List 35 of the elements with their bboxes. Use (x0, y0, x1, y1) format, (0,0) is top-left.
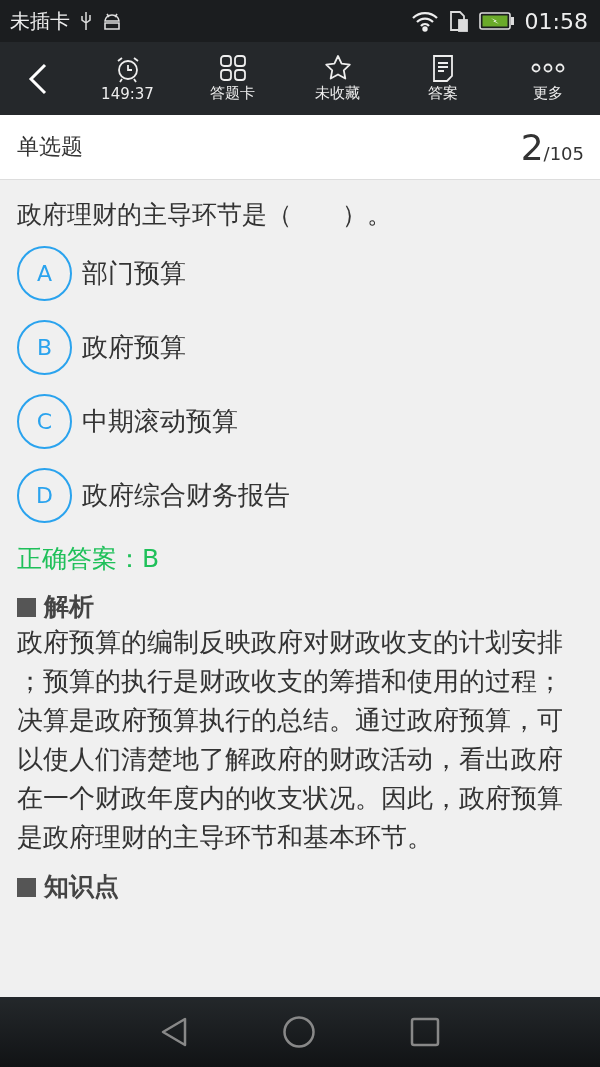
toolbar-button[interactable]: 答题卡 (180, 50, 285, 107)
toolbar-button[interactable]: 更多 (495, 50, 600, 107)
carrier-text: 未插卡 (10, 7, 70, 35)
answer-option[interactable]: A 部门预算 (17, 246, 186, 301)
correct-answer: 正确答案：B (17, 543, 161, 575)
wifi-icon (410, 10, 439, 32)
section-heading: 知识点 (44, 871, 119, 903)
question-counter: 2/105 (520, 126, 584, 168)
option-letter: C (17, 394, 72, 449)
question-text: 政府理财的主导环节是（ ）。 (17, 199, 393, 231)
grid-icon (218, 54, 247, 82)
answer-option[interactable]: D 政府综合财务报告 (17, 468, 290, 523)
sim-card-icon (448, 10, 469, 32)
back-icon (27, 62, 48, 95)
question-type: 单选题 (17, 133, 84, 161)
option-letter: B (17, 320, 72, 375)
battery-icon (478, 11, 515, 31)
answer-option[interactable]: C 中期滚动预算 (17, 394, 238, 449)
section-heading: 解析 (44, 591, 94, 623)
answer-option[interactable]: B 政府预算 (17, 320, 186, 375)
explanation-text: 政府预算的编制反映政府对财政收支的计划安排；预算的执行是财政收支的筹措和使用的过程；决算是政府预算执行的总结。通过政府预算，可以使人们清楚地了解政府的财政活动，看出政府在一个财政年度内的收支状况。因此，政府预算是政府理财的主导环节和基本环节。 (17, 626, 564, 854)
bullet-icon (17, 597, 36, 617)
usb-icon (80, 11, 92, 31)
recents-button[interactable] (410, 1017, 440, 1047)
android-icon (102, 12, 122, 30)
toolbar-button[interactable]: 149:37 (75, 50, 180, 107)
option-letter: D (17, 468, 72, 523)
toolbar-button[interactable]: 未收藏 (285, 50, 390, 107)
back-nav-button[interactable] (160, 1016, 188, 1048)
bullet-icon (17, 877, 36, 897)
star-icon (323, 54, 352, 82)
option-letter: A (17, 246, 72, 301)
home-button[interactable] (282, 1015, 316, 1049)
toolbar-button[interactable]: 答案 (390, 50, 495, 107)
clock-text: 01:58 (524, 8, 588, 34)
